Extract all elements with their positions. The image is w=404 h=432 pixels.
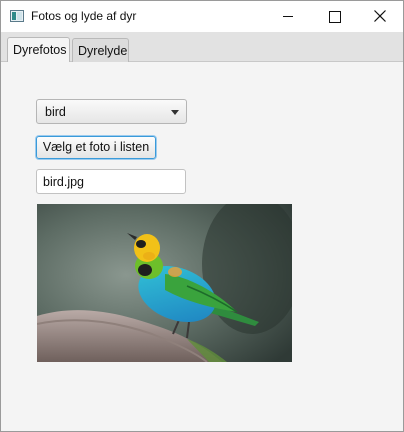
bird-photo-image: [37, 204, 292, 362]
animal-photo: [37, 204, 292, 362]
title-bar[interactable]: Fotos og lyde af dyr: [1, 1, 403, 32]
window-title: Fotos og lyde af dyr: [31, 9, 137, 23]
app-window: Fotos og lyde af dyr Dyrefotos Dyrelyde …: [0, 0, 404, 432]
combobox-selected-value: bird: [45, 105, 66, 119]
minimize-button[interactable]: [265, 1, 311, 32]
app-icon: [10, 10, 24, 22]
chevron-down-icon: [171, 110, 179, 115]
choose-photo-button[interactable]: Vælg et foto i listen: [36, 136, 156, 159]
animal-combobox[interactable]: bird: [36, 99, 187, 124]
close-button[interactable]: [357, 1, 403, 32]
filename-value: bird.jpg: [43, 175, 84, 189]
filename-field[interactable]: bird.jpg: [36, 169, 186, 194]
tab-dyrelyde[interactable]: Dyrelyde: [72, 38, 129, 63]
tab-header: Dyrefotos Dyrelyde: [1, 32, 403, 64]
tab-content-dyrefotos: bird Vælg et foto i listen bird.jpg: [1, 62, 403, 431]
close-icon: [374, 10, 386, 22]
tab-dyrefotos[interactable]: Dyrefotos: [7, 37, 70, 64]
maximize-button[interactable]: [311, 1, 357, 32]
